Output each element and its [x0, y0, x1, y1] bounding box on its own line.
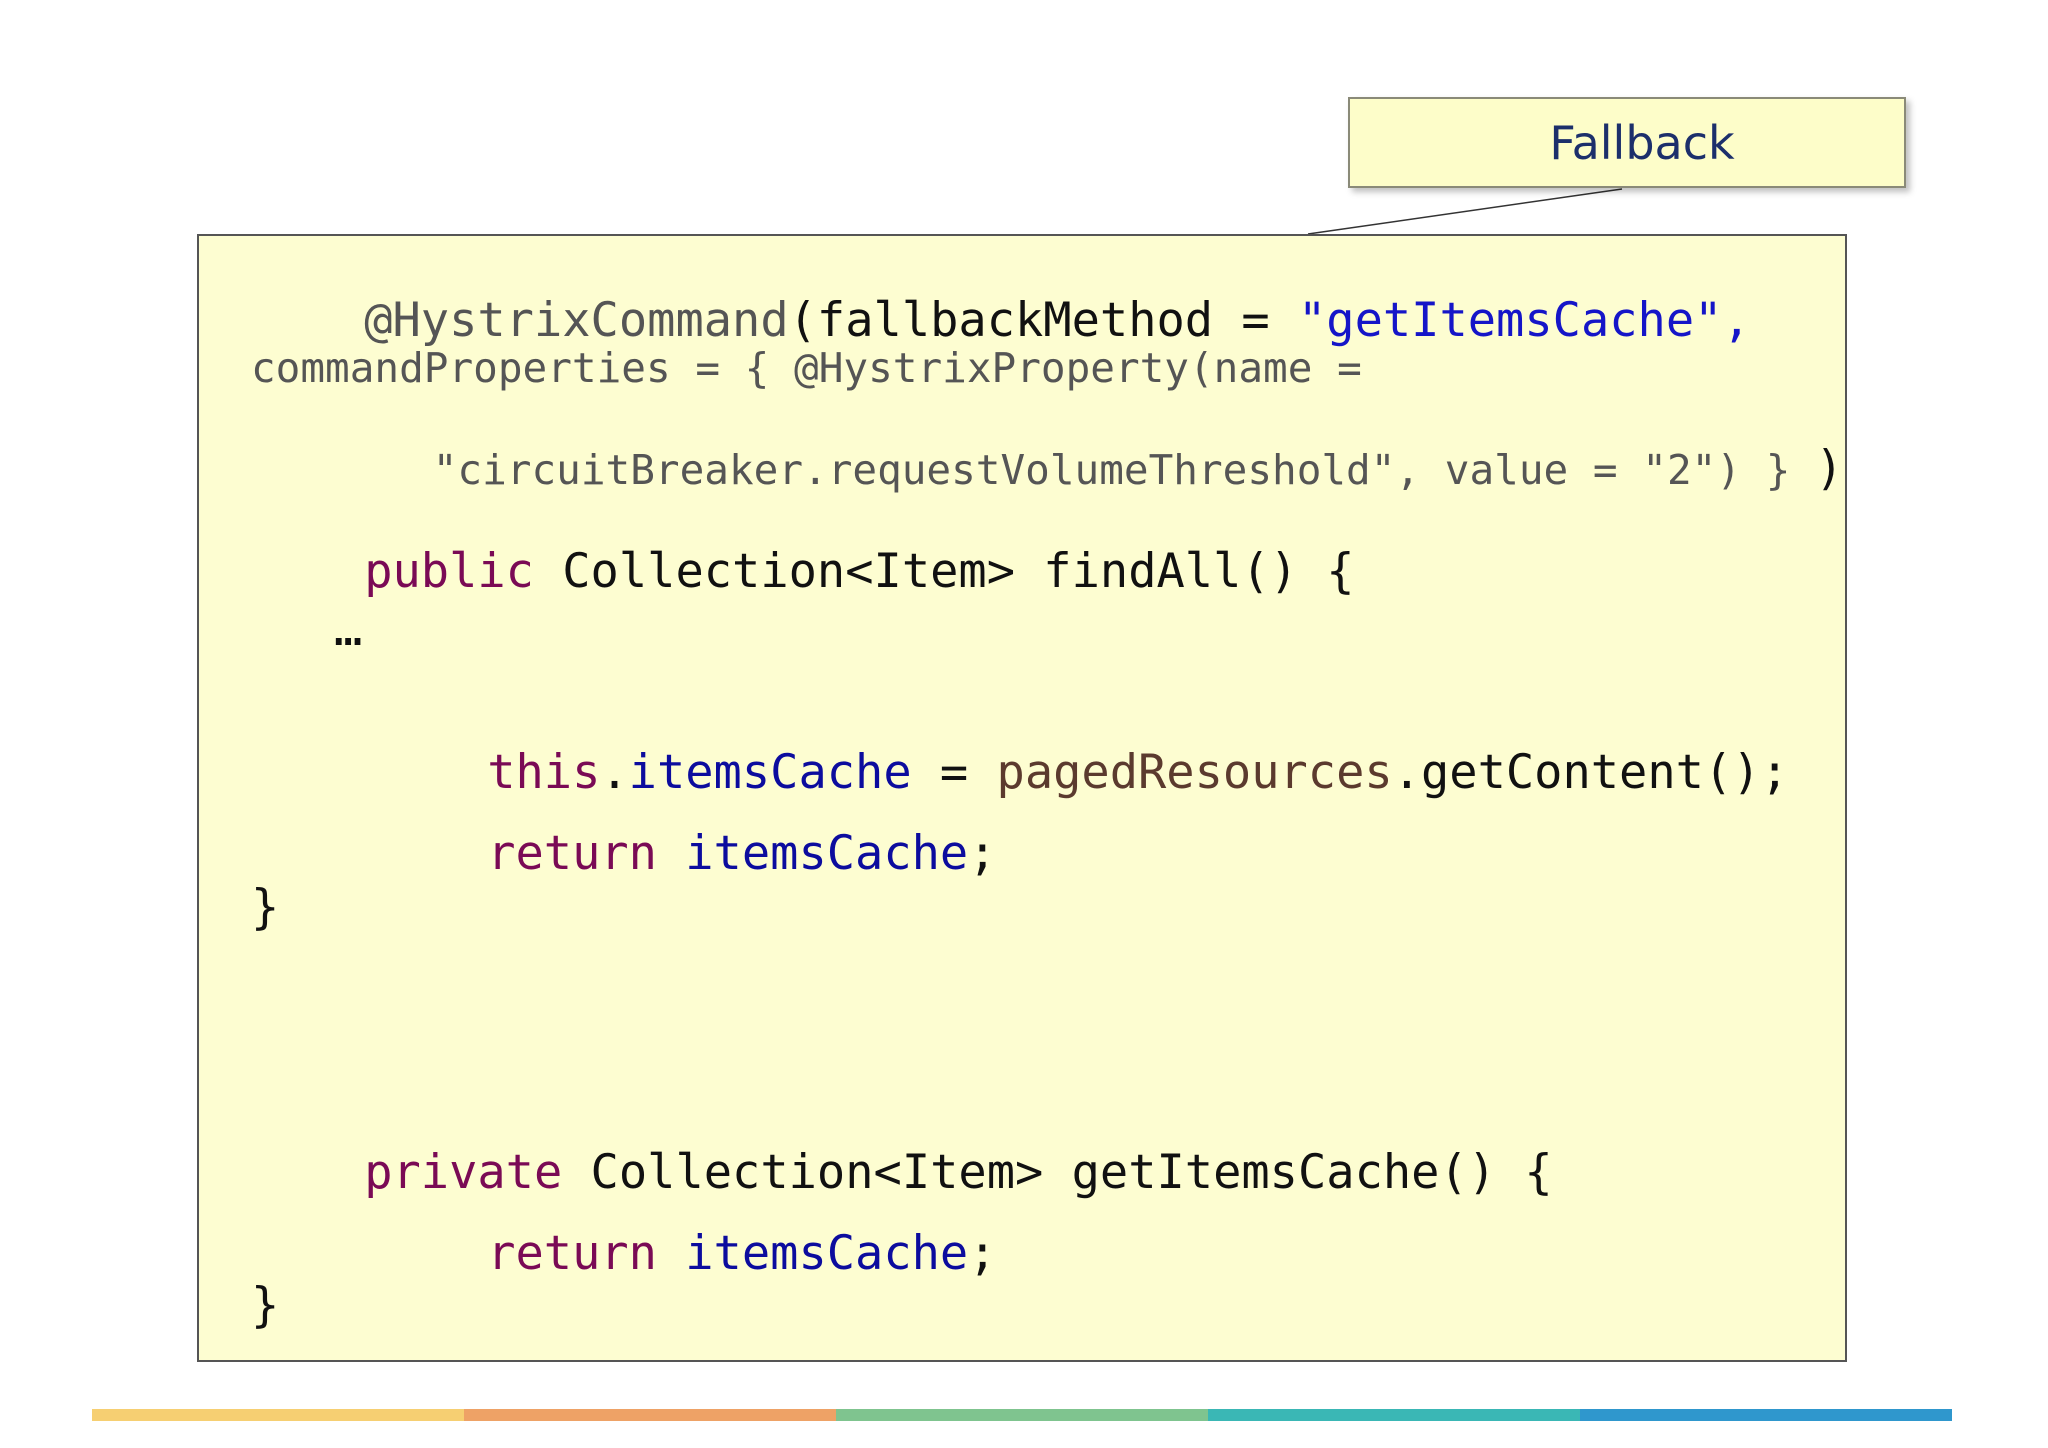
threshold-property: "circuitBreaker.requestVolumeThreshold",… — [432, 446, 1816, 494]
footer-bar-segment — [836, 1409, 1208, 1421]
closing-paren: ) — [1815, 441, 1844, 496]
footer-color-bar — [92, 1409, 1952, 1421]
footer-bar-segment — [1580, 1409, 1952, 1421]
variable-paged-resources: pagedResources — [996, 745, 1393, 800]
code-line-findall-signature: public Collection<Item> findAll() { — [251, 501, 1355, 642]
annotation-arguments: (fallbackMethod = — [788, 293, 1298, 348]
annotation-token: @HystrixCommand — [364, 293, 789, 348]
code-block: @HystrixCommand(fallbackMethod = "getIte… — [197, 234, 1847, 1362]
callout-label: Fallback — [1549, 115, 1735, 170]
footer-bar-segment — [1208, 1409, 1580, 1421]
footer-bar-segment — [464, 1409, 836, 1421]
findall-signature: Collection<Item> findAll() { — [533, 544, 1355, 599]
code-line-close-brace-1: } — [251, 880, 280, 935]
code-line-ellipsis: … — [334, 602, 363, 657]
semicolon: ; — [968, 1226, 997, 1281]
semicolon: ; — [968, 826, 997, 881]
footer-bar-segment — [92, 1409, 464, 1421]
fallback-method-string: "getItemsCache", — [1297, 293, 1751, 348]
get-content-call: .getContent(); — [1392, 745, 1789, 800]
code-line-return-1: return itemsCache; — [374, 783, 997, 924]
code-line-return-2: return itemsCache; — [374, 1183, 997, 1324]
keyword-return: return — [487, 826, 657, 881]
code-line-properties: commandProperties = { @HystrixProperty(n… — [251, 344, 1362, 392]
code-line-close-brace-2: } — [251, 1278, 280, 1333]
field-items-cache: itemsCache — [685, 826, 969, 881]
keyword-public: public — [364, 544, 534, 599]
fallback-callout: Fallback — [1348, 97, 1906, 188]
field-items-cache: itemsCache — [685, 1226, 969, 1281]
keyword-return: return — [487, 1226, 657, 1281]
